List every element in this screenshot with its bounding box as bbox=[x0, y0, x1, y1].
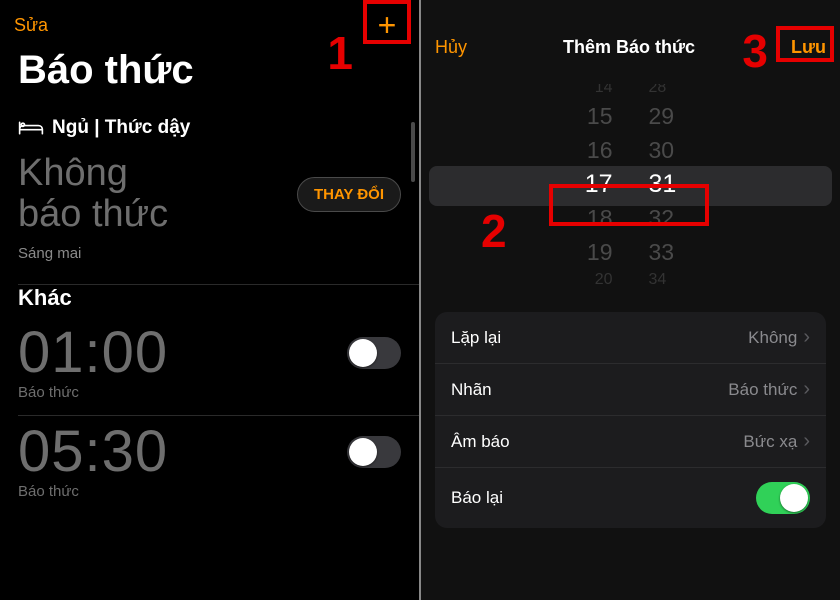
no-alarm-line2: báo thức bbox=[18, 193, 168, 235]
picker-value: 28 bbox=[649, 84, 721, 99]
repeat-row[interactable]: Lặp lại Không › bbox=[435, 312, 826, 364]
picker-value: 16 bbox=[541, 133, 613, 167]
alarm-item[interactable]: 05:30 bbox=[0, 416, 419, 483]
no-alarm-line1: Không bbox=[18, 152, 128, 194]
alarm-list-screen: Sửa + Báo thức Ngủ | Thức dậy Không báo … bbox=[0, 0, 419, 600]
add-alarm-button[interactable]: + bbox=[369, 7, 405, 43]
time-picker[interactable]: 14 15 16 17 18 19 20 28 29 30 31 32 33 3… bbox=[421, 84, 840, 284]
alarm-label: Báo thức bbox=[0, 384, 419, 415]
sound-value-text: Bức xạ bbox=[743, 432, 797, 452]
picker-value: 19 bbox=[541, 235, 613, 269]
toggle-knob bbox=[349, 438, 377, 466]
sleep-alarm-row: Không báo thức THAY ĐỔI bbox=[0, 149, 419, 235]
nav-bar: Sửa + bbox=[0, 0, 419, 40]
repeat-label: Lặp lại bbox=[451, 328, 501, 348]
picker-value: 14 bbox=[541, 84, 613, 99]
picker-value: 32 bbox=[649, 201, 721, 235]
name-label: Nhãn bbox=[451, 380, 492, 400]
picker-value: 33 bbox=[649, 235, 721, 269]
sound-label: Âm báo bbox=[451, 432, 510, 452]
hour-picker-column[interactable]: 14 15 16 17 18 19 20 bbox=[541, 84, 631, 284]
picker-value: 30 bbox=[649, 133, 721, 167]
plus-icon: + bbox=[378, 9, 397, 41]
alarm-time: 01:00 bbox=[18, 324, 168, 382]
picker-value: 20 bbox=[541, 269, 613, 284]
no-alarm-text: Không báo thức bbox=[18, 153, 168, 235]
picker-value: 34 bbox=[649, 269, 721, 284]
alarm-toggle[interactable] bbox=[347, 436, 401, 468]
modal-nav-bar: Hủy Thêm Báo thức Lưu bbox=[421, 0, 840, 64]
snooze-toggle[interactable] bbox=[756, 482, 810, 514]
picker-value: 18 bbox=[541, 201, 613, 235]
repeat-value-text: Không bbox=[748, 328, 797, 348]
toggle-knob bbox=[349, 339, 377, 367]
name-value-text: Báo thức bbox=[728, 380, 797, 400]
alarm-toggle[interactable] bbox=[347, 337, 401, 369]
sleep-wake-heading: Ngủ | Thức dậy bbox=[18, 117, 401, 145]
edit-button[interactable]: Sửa bbox=[14, 15, 48, 36]
chevron-right-icon: › bbox=[803, 378, 810, 401]
tomorrow-label: Sáng mai bbox=[0, 235, 419, 284]
snooze-label: Báo lại bbox=[451, 488, 503, 508]
other-section-heading: Khác bbox=[0, 285, 419, 317]
toggle-knob bbox=[780, 484, 808, 512]
picker-value-selected: 31 bbox=[649, 167, 721, 201]
alarm-item[interactable]: 01:00 bbox=[0, 317, 419, 384]
chevron-right-icon: › bbox=[803, 326, 810, 349]
snooze-row: Báo lại bbox=[435, 468, 826, 528]
alarm-label: Báo thức bbox=[0, 483, 419, 514]
modal-title: Thêm Báo thức bbox=[563, 37, 695, 58]
repeat-value: Không › bbox=[748, 326, 810, 349]
picker-value: 29 bbox=[649, 99, 721, 133]
sound-value: Bức xạ › bbox=[743, 430, 810, 453]
alarm-time: 05:30 bbox=[18, 423, 168, 481]
sound-row[interactable]: Âm báo Bức xạ › bbox=[435, 416, 826, 468]
scroll-indicator[interactable] bbox=[411, 122, 415, 182]
add-alarm-screen: Hủy Thêm Báo thức Lưu 14 15 16 17 18 19 … bbox=[421, 0, 840, 600]
cancel-button[interactable]: Hủy bbox=[435, 37, 467, 58]
page-title: Báo thức bbox=[0, 40, 419, 109]
sleep-wake-label: Ngủ | Thức dậy bbox=[52, 117, 190, 139]
save-button[interactable]: Lưu bbox=[791, 37, 826, 58]
picker-value: 15 bbox=[541, 99, 613, 133]
name-value: Báo thức › bbox=[728, 378, 810, 401]
sleep-wake-section: Ngủ | Thức dậy bbox=[0, 109, 419, 149]
picker-value-selected: 17 bbox=[541, 167, 613, 201]
chevron-right-icon: › bbox=[803, 430, 810, 453]
bed-icon bbox=[18, 119, 44, 137]
change-button[interactable]: THAY ĐỔI bbox=[297, 177, 401, 212]
label-row[interactable]: Nhãn Báo thức › bbox=[435, 364, 826, 416]
minute-picker-column[interactable]: 28 29 30 31 32 33 34 bbox=[631, 84, 721, 284]
alarm-settings-card: Lặp lại Không › Nhãn Báo thức › Âm báo B… bbox=[435, 312, 826, 528]
